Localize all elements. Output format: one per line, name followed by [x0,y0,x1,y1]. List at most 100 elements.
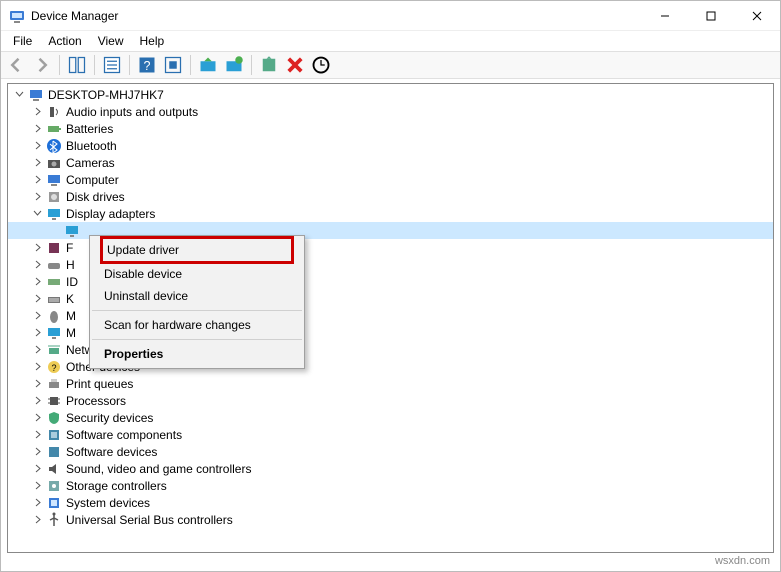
node-label: Bluetooth [66,139,117,153]
titlebar: Device Manager [1,1,780,31]
menu-action[interactable]: Action [40,32,89,50]
back-button[interactable] [5,54,27,76]
tree-node[interactable]: System devices [8,494,773,511]
context-menu-item-disable device[interactable]: Disable device [90,263,304,285]
chevron-right-icon[interactable] [30,139,44,153]
scan-button[interactable] [223,54,245,76]
app-icon [9,8,25,24]
show-hide-tree-button[interactable] [66,54,88,76]
properties-button[interactable] [101,54,123,76]
audio-icon [46,104,62,120]
keyboard-icon [46,291,62,307]
context-menu-item-update driver[interactable]: Update driver [100,236,294,264]
sound-icon [46,461,62,477]
toolbar-separator [190,55,191,75]
tree-node[interactable]: Sound, video and game controllers [8,460,773,477]
close-button[interactable] [734,1,780,31]
tree-node[interactable]: Storage controllers [8,477,773,494]
chevron-right-icon[interactable] [30,241,44,255]
disk-icon [46,189,62,205]
tree-node[interactable]: Universal Serial Bus controllers [8,511,773,528]
display-icon [64,223,80,239]
menu-help[interactable]: Help [132,32,173,50]
tree-node[interactable]: Processors [8,392,773,409]
tree-node[interactable]: Audio inputs and outputs [8,103,773,120]
chevron-right-icon[interactable] [30,292,44,306]
action-button[interactable] [162,54,184,76]
toolbar: ? [1,51,780,79]
context-menu-item-scan for hardware changes[interactable]: Scan for hardware changes [90,314,304,336]
tree-node[interactable]: Software components [8,426,773,443]
node-label: Storage controllers [66,479,167,493]
tree-node[interactable]: Cameras [8,154,773,171]
node-label: F [66,241,73,255]
mouse-icon [46,308,62,324]
cpu-icon [46,393,62,409]
scan-hardware-button[interactable] [310,54,332,76]
swdev-icon [46,444,62,460]
chevron-right-icon[interactable] [30,496,44,510]
node-label: Display adapters [66,207,155,221]
uninstall-button[interactable] [284,54,306,76]
context-menu-item-properties[interactable]: Properties [90,343,304,365]
maximize-button[interactable] [688,1,734,31]
computer-icon [46,172,62,188]
help-button[interactable]: ? [136,54,158,76]
menu-file[interactable]: File [5,32,40,50]
node-label: M [66,326,76,340]
chevron-right-icon[interactable] [30,411,44,425]
node-label: Universal Serial Bus controllers [66,513,233,527]
tree-node[interactable]: Security devices [8,409,773,426]
chevron-right-icon[interactable] [30,190,44,204]
forward-button[interactable] [31,54,53,76]
chevron-right-icon[interactable] [30,394,44,408]
battery-icon [46,121,62,137]
window-title: Device Manager [31,9,642,23]
chevron-right-icon[interactable] [30,173,44,187]
tree-node[interactable]: Display adapters [8,205,773,222]
tree-node[interactable]: Software devices [8,443,773,460]
chevron-right-icon[interactable] [30,105,44,119]
chevron-right-icon[interactable] [30,360,44,374]
usb-icon [46,512,62,528]
update-driver-button[interactable] [197,54,219,76]
node-label: Cameras [66,156,115,170]
swcomp-icon [46,427,62,443]
chevron-right-icon[interactable] [30,428,44,442]
tree-root[interactable]: DESKTOP-MHJ7HK7 [8,86,773,103]
tree-node[interactable]: Batteries [8,120,773,137]
chevron-right-icon[interactable] [30,513,44,527]
node-label: Software devices [66,445,157,459]
chevron-right-icon[interactable] [30,479,44,493]
chevron-right-icon[interactable] [30,462,44,476]
system-icon [46,495,62,511]
chevron-right-icon[interactable] [30,258,44,272]
watermark: wsxdn.com [715,555,770,567]
printer-icon [46,376,62,392]
tree-node[interactable]: Bluetooth [8,137,773,154]
minimize-button[interactable] [642,1,688,31]
tree-node[interactable]: Computer [8,171,773,188]
context-menu-item-uninstall device[interactable]: Uninstall device [90,285,304,307]
chevron-right-icon[interactable] [30,377,44,391]
chevron-down-icon[interactable] [12,88,26,102]
chevron-right-icon[interactable] [30,343,44,357]
menu-view[interactable]: View [90,32,132,50]
svg-text:?: ? [51,363,56,373]
tree-node[interactable]: Print queues [8,375,773,392]
tree-node[interactable]: Disk drives [8,188,773,205]
chevron-right-icon[interactable] [30,156,44,170]
chevron-right-icon[interactable] [30,122,44,136]
chevron-right-icon[interactable] [30,275,44,289]
monitor-icon [46,325,62,341]
chevron-down-icon[interactable] [30,207,44,221]
chevron-right-icon[interactable] [30,309,44,323]
chevron-right-icon[interactable] [30,445,44,459]
security-icon [46,410,62,426]
add-legacy-button[interactable] [258,54,280,76]
menubar: File Action View Help [1,31,780,51]
node-label: H [66,258,75,272]
storage-icon [46,478,62,494]
firmware-icon [46,240,62,256]
chevron-right-icon[interactable] [30,326,44,340]
